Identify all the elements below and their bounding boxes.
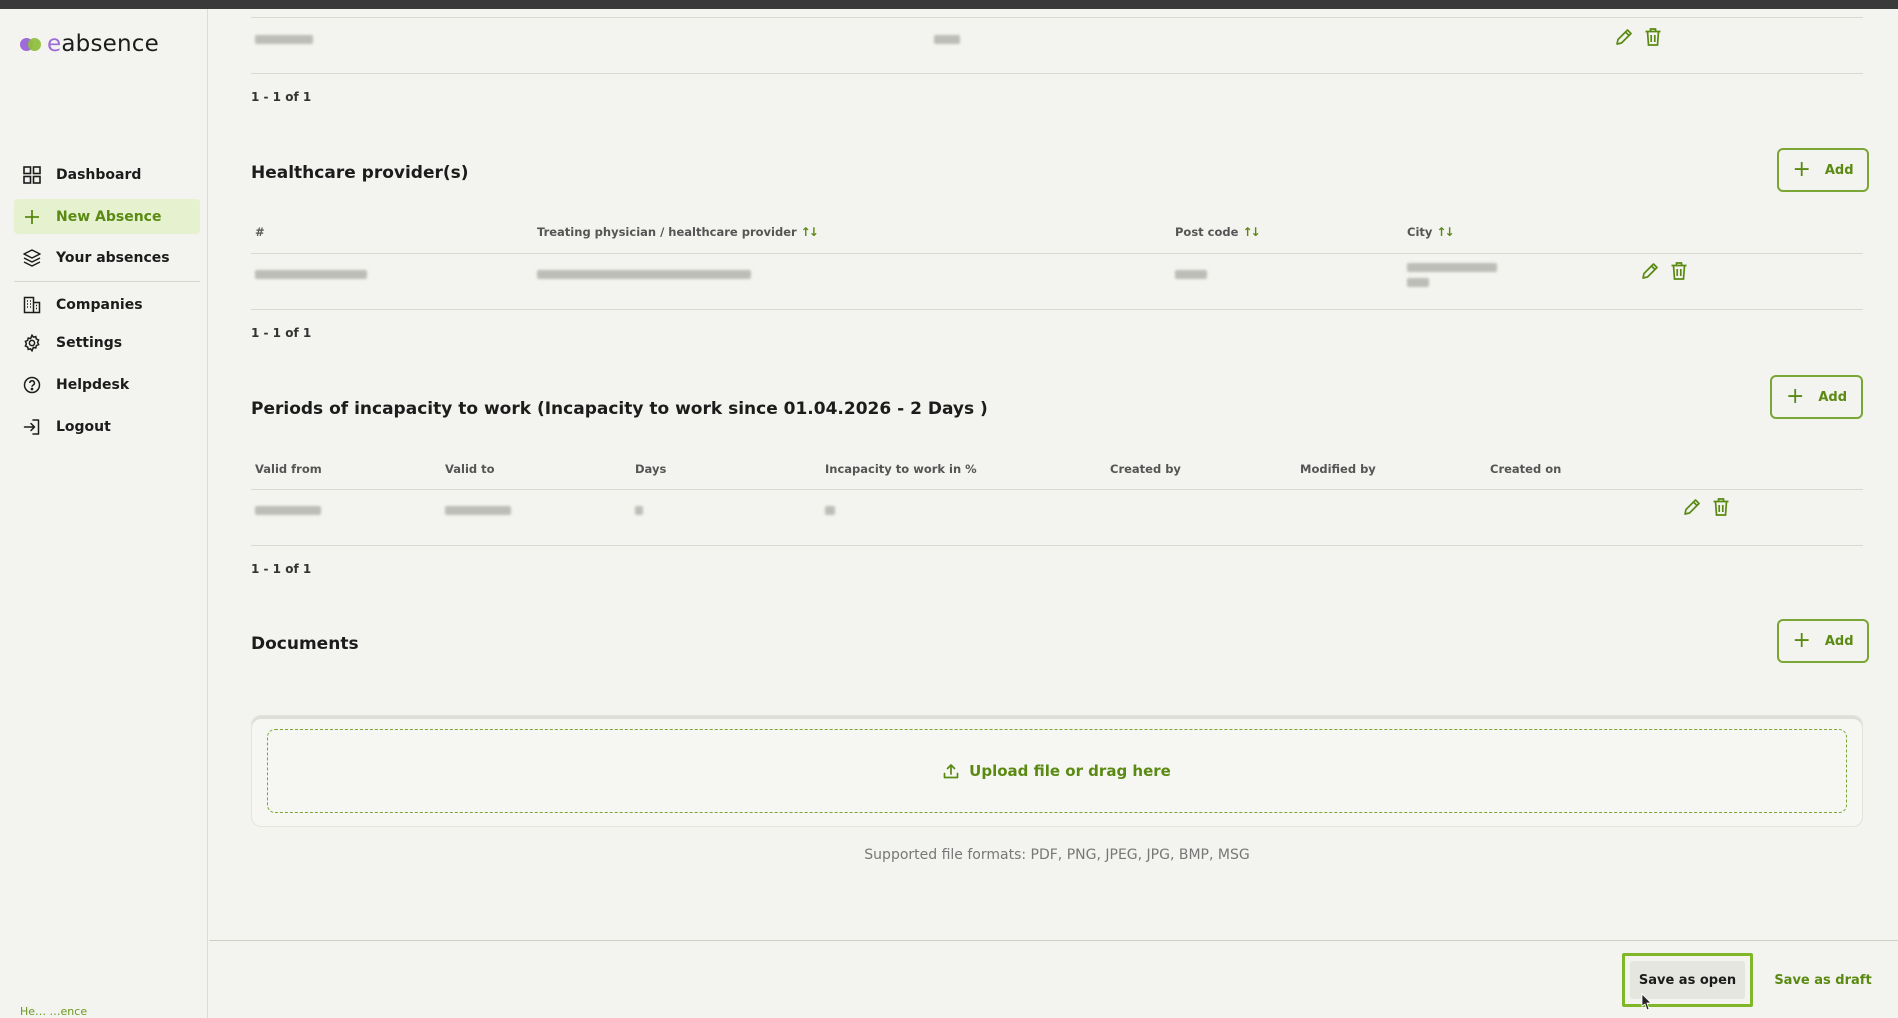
healthcare-add-button[interactable]: + Add — [1777, 148, 1869, 192]
column-header-city[interactable]: City ↑↓ — [1407, 225, 1455, 239]
sidebar-item-logout[interactable]: Logout — [14, 409, 200, 444]
table-bottom-rule — [251, 73, 1863, 74]
documents-section-title: Documents — [251, 634, 359, 654]
sidebar-item-settings[interactable]: Settings — [14, 325, 200, 360]
gear-icon — [22, 333, 42, 353]
upload-icon — [943, 764, 959, 779]
column-header-valid-to[interactable]: Valid to — [445, 462, 495, 476]
supported-formats-note: Supported file formats: PDF, PNG, JPEG, … — [864, 847, 1250, 863]
save-as-draft-button[interactable]: Save as draft — [1768, 961, 1878, 999]
edit-pencil-icon[interactable] — [1682, 497, 1702, 521]
layers-icon — [22, 248, 42, 268]
sidebar-footer-link[interactable]: He… …ence — [20, 1005, 87, 1018]
redacted-cell — [1407, 263, 1497, 272]
delete-trash-icon[interactable] — [1644, 27, 1662, 51]
plus-icon: + — [1792, 157, 1811, 182]
periods-pager: 1 - 1 of 1 — [251, 562, 312, 576]
sidebar-divider — [14, 281, 200, 282]
column-header-incapacity-percent[interactable]: Incapacity to work in % — [825, 462, 977, 476]
edit-pencil-icon[interactable] — [1640, 261, 1660, 285]
periods-add-button[interactable]: + Add — [1770, 375, 1863, 419]
row-actions — [1682, 497, 1730, 521]
footer-divider — [209, 940, 1898, 941]
sidebar: eabsence Dashboard New Absence Your abse… — [0, 9, 208, 1018]
logo-mark-icon — [20, 37, 42, 51]
redacted-cell — [255, 506, 321, 515]
plus-icon — [22, 207, 42, 227]
healthcare-section-title: Healthcare provider(s) — [251, 163, 469, 183]
documents-add-button[interactable]: + Add — [1777, 619, 1869, 663]
delete-trash-icon[interactable] — [1670, 261, 1688, 285]
column-header-created-on[interactable]: Created on — [1490, 462, 1561, 476]
column-header-valid-from[interactable]: Valid from — [255, 462, 322, 476]
redacted-cell — [825, 506, 835, 515]
help-circle-icon — [22, 375, 42, 395]
mouse-cursor-icon — [1641, 993, 1652, 1011]
sidebar-item-helpdesk[interactable]: Helpdesk — [14, 367, 200, 402]
logout-icon — [22, 417, 42, 437]
redacted-cell — [255, 35, 313, 44]
redacted-cell — [934, 35, 960, 44]
redacted-cell — [1407, 278, 1429, 287]
sidebar-item-new-absence[interactable]: New Absence — [14, 199, 200, 234]
column-header-days[interactable]: Days — [635, 462, 666, 476]
column-header-post-code[interactable]: Post code ↑↓ — [1175, 225, 1261, 239]
sidebar-item-companies[interactable]: Companies — [14, 287, 200, 322]
table-header-rule — [251, 489, 1863, 490]
redacted-cell — [537, 270, 751, 279]
row-actions — [1614, 27, 1662, 51]
column-header-modified-by[interactable]: Modified by — [1300, 462, 1376, 476]
redacted-cell — [1175, 270, 1207, 279]
plus-icon: + — [1792, 628, 1811, 653]
sort-arrows-icon[interactable]: ↑↓ — [801, 225, 819, 239]
redacted-cell — [255, 270, 367, 279]
plus-icon: + — [1785, 384, 1805, 409]
column-header-physician[interactable]: Treating physician / healthcare provider… — [537, 225, 819, 239]
column-header-created-by[interactable]: Created by — [1110, 462, 1181, 476]
main-content: 1 - 1 of 1 Healthcare provider(s) + Add #… — [209, 9, 1898, 941]
table-header-rule — [251, 253, 1863, 254]
redacted-cell — [635, 506, 643, 515]
browser-top-strip — [0, 0, 1898, 9]
building-icon — [22, 295, 42, 315]
upload-dropzone[interactable]: Upload file or drag here — [267, 729, 1847, 813]
sidebar-item-your-absences[interactable]: Your absences — [14, 240, 200, 275]
sidebar-item-dashboard[interactable]: Dashboard — [14, 157, 200, 192]
periods-section-title: Periods of incapacity to work (Incapacit… — [251, 399, 988, 419]
column-header-index: # — [255, 225, 265, 239]
table-header-rule — [251, 17, 1863, 18]
delete-trash-icon[interactable] — [1712, 497, 1730, 521]
upload-dropzone-container: Upload file or drag here — [251, 715, 1863, 827]
sort-arrows-icon[interactable]: ↑↓ — [1436, 225, 1454, 239]
logo[interactable]: eabsence — [20, 31, 159, 57]
row-actions — [1640, 261, 1688, 285]
table-bottom-rule — [251, 309, 1863, 310]
edit-pencil-icon[interactable] — [1614, 27, 1634, 51]
top-table-pager: 1 - 1 of 1 — [251, 90, 312, 104]
table-bottom-rule — [251, 545, 1863, 546]
grid-icon — [22, 165, 42, 185]
redacted-cell — [445, 506, 511, 515]
healthcare-pager: 1 - 1 of 1 — [251, 326, 312, 340]
sort-arrows-icon[interactable]: ↑↓ — [1242, 225, 1260, 239]
